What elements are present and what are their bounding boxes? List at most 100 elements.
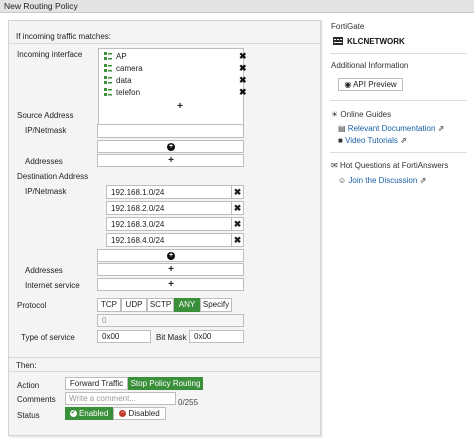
protocol-number-value: 0 <box>102 316 107 325</box>
interface-port-icon <box>104 64 112 72</box>
video-tutorials-link[interactable]: ■ Video Tutorials ⇗ <box>338 136 407 145</box>
remove-dest-icon[interactable]: ✖ <box>231 185 244 199</box>
source-ipnetmask-input[interactable] <box>97 124 244 138</box>
internet-service-field[interactable]: + <box>97 278 244 291</box>
then-section-title: Then: <box>16 361 37 370</box>
status-label: Status <box>17 411 40 420</box>
fortigate-device-icon <box>333 37 343 45</box>
source-add-row[interactable]: + <box>97 140 244 153</box>
additional-info-heading: Additional Information <box>331 61 409 70</box>
source-ipnetmask-label: IP/Netmask <box>25 126 67 135</box>
incoming-interface-list[interactable]: AP ✖ camera ✖ data ✖ telefon ✖ + <box>98 48 247 126</box>
dest-ip-entry[interactable]: 192.168.4.0/24 <box>106 233 239 247</box>
video-tutorials-label: Video Tutorials <box>345 136 398 145</box>
dest-ip-value: 192.168.2.0/24 <box>111 204 165 213</box>
comments-textarea[interactable]: Write a comment... <box>65 392 176 405</box>
bitmask-input[interactable]: 0x00 <box>189 330 244 343</box>
interface-name: camera <box>116 64 143 73</box>
tos-value: 0x00 <box>102 332 120 341</box>
tos-label: Type of service <box>21 333 75 342</box>
dest-ip-value: 192.168.3.0/24 <box>111 220 165 229</box>
policy-form: If incoming traffic matches: Incoming in… <box>8 20 321 436</box>
source-addresses-field[interactable]: + <box>97 154 244 167</box>
device-heading: FortiGate <box>331 22 365 31</box>
status-disabled-label: Disabled <box>128 409 160 418</box>
add-address-plus-icon[interactable]: + <box>166 265 176 275</box>
sidebar-divider <box>330 152 467 153</box>
dest-ip-entry[interactable]: 192.168.3.0/24 <box>106 217 239 231</box>
window-titlebar: New Routing Policy <box>0 0 474 13</box>
online-guides-heading: ☀ Online Guides <box>331 110 391 119</box>
protocol-udp-option[interactable]: UDP <box>121 298 147 312</box>
add-address-plus-icon[interactable]: + <box>166 156 176 166</box>
protocol-any-option[interactable]: ANY <box>174 298 200 312</box>
protocol-sctp-option[interactable]: SCTP <box>147 298 174 312</box>
api-preview-button[interactable]: ◉ API Preview <box>338 78 403 91</box>
dest-ip-entry[interactable]: 192.168.1.0/24 <box>106 185 239 199</box>
interface-port-icon <box>104 52 112 60</box>
online-guides-title: Online Guides <box>340 110 392 119</box>
action-stop-policy-routing-button[interactable]: Stop Policy Routing <box>128 377 203 390</box>
comments-icon: ✉ <box>331 161 338 170</box>
remove-interface-icon[interactable]: ✖ <box>239 51 247 61</box>
interface-item: camera ✖ <box>104 63 247 75</box>
then-section-header: Then: <box>9 357 320 372</box>
video-camera-icon: ■ <box>338 136 343 145</box>
comments-placeholder: Write a comment... <box>69 394 136 403</box>
interface-port-icon <box>104 88 112 96</box>
dest-addresses-field[interactable]: + <box>97 263 244 276</box>
bitmask-label: Bit Mask <box>156 333 187 342</box>
add-circle-icon[interactable]: + <box>167 143 175 151</box>
remove-interface-icon[interactable]: ✖ <box>239 87 247 97</box>
add-service-plus-icon[interactable]: + <box>166 280 176 290</box>
dest-ipnetmask-label: IP/Netmask <box>25 187 67 196</box>
remove-interface-icon[interactable]: ✖ <box>239 75 247 85</box>
interface-name: telefon <box>116 88 141 97</box>
remove-dest-icon[interactable]: ✖ <box>231 233 244 247</box>
status-disabled-button[interactable]: − Disabled <box>113 407 166 420</box>
tos-input[interactable]: 0x00 <box>97 330 151 343</box>
interface-name: AP <box>116 52 127 61</box>
remove-dest-icon[interactable]: ✖ <box>231 201 244 215</box>
sidebar-divider <box>330 53 467 54</box>
source-addresses-label: Addresses <box>25 157 63 166</box>
protocol-number-input[interactable]: 0 <box>97 314 244 327</box>
incoming-interface-label: Incoming interface <box>17 50 83 59</box>
remove-interface-icon[interactable]: ✖ <box>239 63 247 73</box>
match-section-title: If incoming traffic matches: <box>16 32 111 41</box>
protocol-specify-option[interactable]: Specify <box>200 298 232 312</box>
relevant-docs-link[interactable]: ▤ Relevant Documentation ⇗ <box>338 124 444 133</box>
dest-add-row[interactable]: + <box>97 249 244 262</box>
interface-item: AP ✖ <box>104 51 247 63</box>
join-discussion-link[interactable]: ☺ Join the Discussion ⇗ <box>338 176 426 185</box>
api-preview-label: API Preview <box>353 80 397 89</box>
dest-addresses-label: Addresses <box>25 266 63 275</box>
bitmask-value: 0x00 <box>194 332 212 341</box>
protocol-label: Protocol <box>17 301 47 310</box>
interface-port-icon <box>104 76 112 84</box>
comments-counter: 0/255 <box>178 398 199 407</box>
interface-name: data <box>116 76 132 85</box>
interface-item: telefon ✖ <box>104 87 247 99</box>
add-circle-icon[interactable]: + <box>167 252 175 260</box>
destination-address-heading: Destination Address <box>17 172 89 181</box>
window-title: New Routing Policy <box>4 1 78 11</box>
status-enabled-button[interactable]: ✔ Enabled <box>65 407 113 420</box>
book-icon: ▤ <box>338 124 346 133</box>
status-enabled-label: Enabled <box>78 409 109 418</box>
dest-ip-value: 192.168.1.0/24 <box>111 188 165 197</box>
remove-dest-icon[interactable]: ✖ <box>231 217 244 231</box>
internet-service-label: Internet service <box>25 281 80 290</box>
external-link-icon: ⇗ <box>437 124 445 133</box>
action-label: Action <box>17 381 40 390</box>
join-discussion-label: Join the Discussion <box>348 176 418 185</box>
discussion-icon: ☺ <box>338 176 347 185</box>
source-address-heading: Source Address <box>17 111 74 120</box>
protocol-tcp-option[interactable]: TCP <box>97 298 121 312</box>
dest-ip-entry[interactable]: 192.168.2.0/24 <box>106 201 239 215</box>
eye-icon: ◉ <box>344 80 352 89</box>
add-interface-plus-icon[interactable]: + <box>175 102 185 112</box>
external-link-icon: ⇗ <box>419 176 427 185</box>
action-forward-traffic-button[interactable]: Forward Traffic <box>65 377 128 390</box>
hot-questions-heading: ✉ Hot Questions at FortiAnswers <box>331 161 448 170</box>
